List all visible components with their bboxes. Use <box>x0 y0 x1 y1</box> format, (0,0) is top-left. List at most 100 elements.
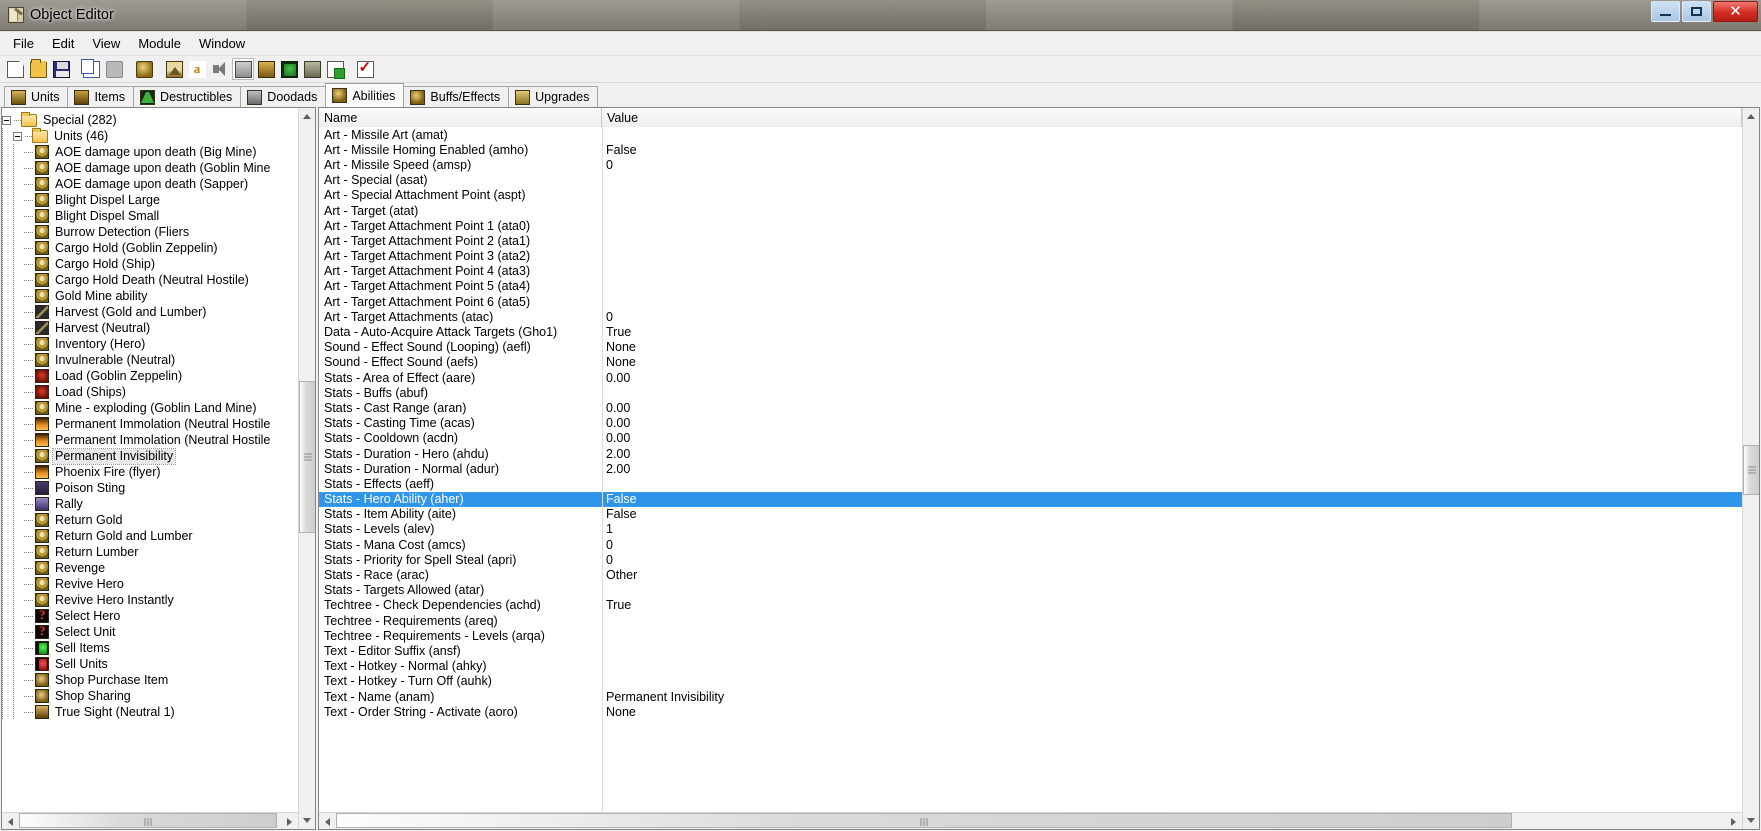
tree-item[interactable]: Revive Hero <box>2 576 298 592</box>
table-row[interactable]: Art - Target (atat) <box>319 203 1742 218</box>
tree-item[interactable]: Gold Mine ability <box>2 288 298 304</box>
tree-item[interactable]: Phoenix Fire (flyer) <box>2 464 298 480</box>
tree-folder[interactable]: Special (282) <box>2 111 298 128</box>
property-value-cell[interactable]: True <box>602 325 1742 339</box>
property-value-cell[interactable]: 0 <box>602 158 1742 172</box>
tree-item[interactable]: Poison Sting <box>2 480 298 496</box>
tree-item[interactable]: Cargo Hold (Goblin Zeppelin) <box>2 240 298 256</box>
column-header-value[interactable]: Value <box>602 108 1742 127</box>
tab-upgrades[interactable]: Upgrades <box>508 86 599 107</box>
open-button[interactable] <box>27 58 49 80</box>
import-manager-button[interactable] <box>324 58 346 80</box>
tree-item[interactable]: Inventory (Hero) <box>2 336 298 352</box>
tree-item[interactable]: Mine - exploding (Goblin Land Mine) <box>2 400 298 416</box>
tab-items[interactable]: Items <box>67 86 135 107</box>
property-value-cell[interactable]: None <box>602 340 1742 354</box>
tree-item[interactable]: AOE damage upon death (Sapper) <box>2 176 298 192</box>
table-row[interactable]: Text - Hotkey - Turn Off (auhk) <box>319 674 1742 689</box>
trigger-editor-button[interactable]: a <box>186 58 208 80</box>
tree-item[interactable]: Permanent Invisibility <box>2 447 298 465</box>
tree-item[interactable]: Permanent Immolation (Neutral Hostile <box>2 416 298 432</box>
terrain-editor-button[interactable] <box>163 58 185 80</box>
table-row[interactable]: Art - Target Attachment Point 6 (ata5) <box>319 294 1742 309</box>
tab-units[interactable]: Units <box>4 86 69 107</box>
table-row[interactable]: Stats - Item Ability (aite) False <box>319 507 1742 522</box>
object-tree[interactable]: Special (282) Units (46) AOE damage upon d… <box>2 108 298 812</box>
property-value-cell[interactable]: 2.00 <box>602 447 1742 461</box>
tree-vscroll-thumb[interactable] <box>299 381 315 533</box>
table-row[interactable]: Sound - Effect Sound (Looping) (aefl) Non… <box>319 340 1742 355</box>
property-value-cell[interactable]: 0 <box>602 538 1742 552</box>
table-row[interactable]: Stats - Levels (alev) 1 <box>319 522 1742 537</box>
tree-collapse-toggle[interactable] <box>13 131 22 141</box>
menu-view[interactable]: View <box>83 33 129 54</box>
property-value-cell[interactable]: True <box>602 598 1742 612</box>
tree-item[interactable]: Invulnerable (Neutral) <box>2 352 298 368</box>
table-row[interactable]: Techtree - Requirements - Levels (arqa) <box>319 628 1742 643</box>
table-row[interactable]: Text - Editor Suffix (ansf) <box>319 643 1742 658</box>
property-value-cell[interactable]: 0 <box>602 553 1742 567</box>
table-row[interactable]: Stats - Cast Range (aran) 0.00 <box>319 400 1742 415</box>
tree-item[interactable]: Blight Dispel Large <box>2 192 298 208</box>
tree-hscroll-thumb[interactable] <box>19 813 277 828</box>
tree-item[interactable]: Sell Units <box>2 656 298 672</box>
tree-item[interactable]: Cargo Hold (Ship) <box>2 256 298 272</box>
campaign-editor-button[interactable] <box>255 58 277 80</box>
table-row[interactable]: Art - Target Attachments (atac) 0 <box>319 309 1742 324</box>
tree-folder[interactable]: Units (46) <box>2 127 298 144</box>
table-row[interactable]: Text - Hotkey - Normal (ahky) <box>319 659 1742 674</box>
tree-collapse-toggle[interactable] <box>2 115 11 125</box>
menu-window[interactable]: Window <box>190 33 254 54</box>
table-row[interactable]: Stats - Cooldown (acdn) 0.00 <box>319 431 1742 446</box>
list-vscroll-thumb[interactable] <box>1743 445 1759 495</box>
ability-fist-button[interactable] <box>133 58 155 80</box>
table-row[interactable]: Stats - Race (arac) Other <box>319 567 1742 582</box>
new-button[interactable] <box>4 58 26 80</box>
tree-item[interactable]: Burrow Detection (Fliers <box>2 224 298 240</box>
tree-item[interactable]: Sell Items <box>2 640 298 656</box>
tree-hscroll-track[interactable] <box>19 813 281 829</box>
save-button[interactable] <box>50 58 72 80</box>
tree-item[interactable]: True Sight (Neutral 1) <box>2 704 298 720</box>
table-row[interactable]: Techtree - Requirements (areq) <box>319 613 1742 628</box>
tree-item[interactable]: Return Gold <box>2 512 298 528</box>
property-value-cell[interactable]: 2.00 <box>602 462 1742 476</box>
list-hscroll-thumb[interactable] <box>336 813 1512 828</box>
paste-button[interactable] <box>103 58 125 80</box>
list-vscroll-down-button[interactable] <box>1743 812 1759 829</box>
table-row[interactable]: Stats - Mana Cost (amcs) 0 <box>319 537 1742 552</box>
property-value-cell[interactable]: 0.00 <box>602 371 1742 385</box>
table-row[interactable]: Stats - Effects (aeff) <box>319 476 1742 491</box>
table-row[interactable]: Art - Missile Homing Enabled (amho) False <box>319 142 1742 157</box>
list-horizontal-scrollbar[interactable] <box>319 812 1742 829</box>
table-row[interactable]: Stats - Buffs (abuf) <box>319 385 1742 400</box>
maximize-button[interactable] <box>1682 1 1711 22</box>
property-value-cell[interactable]: 0.00 <box>602 401 1742 415</box>
table-row[interactable]: Art - Missile Art (amat) <box>319 127 1742 142</box>
tree-item[interactable]: Rally <box>2 496 298 512</box>
table-row[interactable]: Stats - Hero Ability (aher) False <box>319 491 1742 507</box>
tree-item[interactable]: Blight Dispel Small <box>2 208 298 224</box>
tree-item[interactable]: Load (Ships) <box>2 384 298 400</box>
tree-item[interactable]: Return Lumber <box>2 544 298 560</box>
tree-item[interactable]: Shop Purchase Item <box>2 672 298 688</box>
property-value-cell[interactable]: Permanent Invisibility <box>602 690 1742 704</box>
table-row[interactable]: Text - Order String - Activate (aoro) Non… <box>319 704 1742 719</box>
object-manager-button[interactable] <box>301 58 323 80</box>
tree-vscroll-track[interactable] <box>299 125 315 812</box>
property-list[interactable]: Art - Missile Art (amat) Art - Missile Ho… <box>319 127 1742 812</box>
property-value-cell[interactable]: False <box>602 492 1742 506</box>
table-row[interactable]: Art - Target Attachment Point 5 (ata4) <box>319 279 1742 294</box>
table-row[interactable]: Art - Target Attachment Point 3 (ata2) <box>319 249 1742 264</box>
list-vscroll-track[interactable] <box>1743 125 1759 812</box>
copy-button[interactable] <box>80 58 102 80</box>
title-bar[interactable]: Object Editor ✕ <box>0 0 1761 31</box>
table-row[interactable]: Data - Auto-Acquire Attack Targets (Gho1… <box>319 324 1742 339</box>
tree-vscroll-up-button[interactable] <box>299 108 315 125</box>
property-value-cell[interactable]: 0.00 <box>602 431 1742 445</box>
tree-item[interactable]: Load (Goblin Zeppelin) <box>2 368 298 384</box>
ai-editor-button[interactable] <box>278 58 300 80</box>
property-value-cell[interactable]: 1 <box>602 522 1742 536</box>
tab-doodads[interactable]: Doodads <box>240 86 327 107</box>
tree-item[interactable]: Harvest (Gold and Lumber) <box>2 304 298 320</box>
